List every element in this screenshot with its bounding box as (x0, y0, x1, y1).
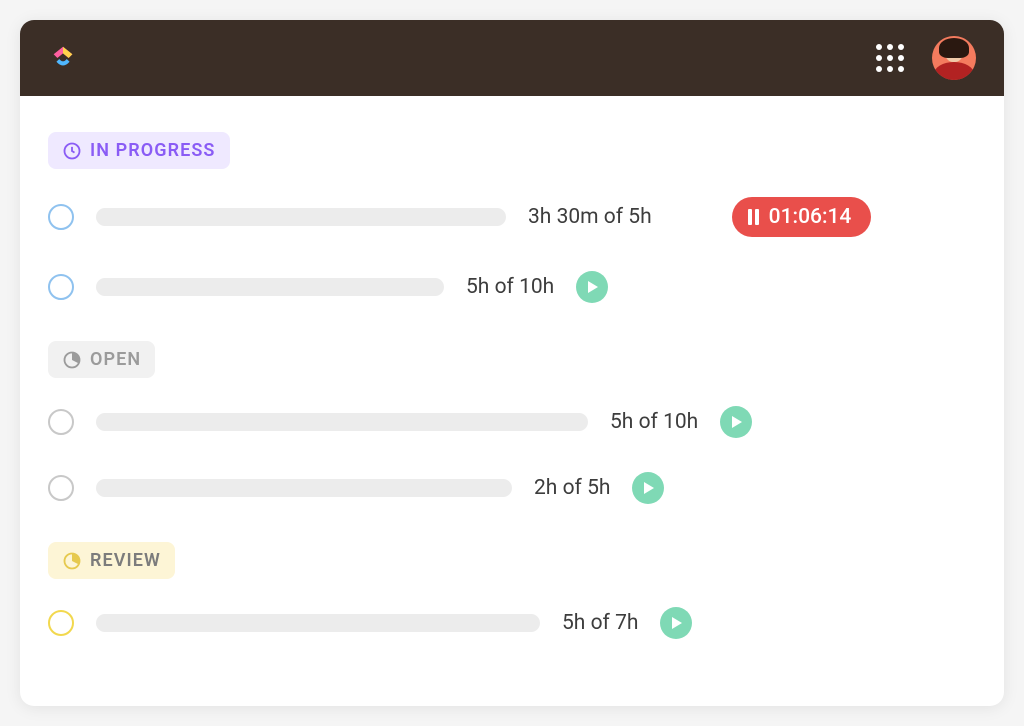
task-title-placeholder (96, 278, 444, 296)
task-title-placeholder (96, 479, 512, 497)
task-title-placeholder (96, 208, 506, 226)
task-list: IN PROGRESS 3h 30m of 5h 01:06:14 5h of … (20, 96, 1004, 639)
status-pill-open[interactable]: OPEN (48, 341, 155, 378)
status-label: REVIEW (90, 550, 161, 571)
time-estimate: 5h of 10h (466, 275, 554, 299)
task-row: 5h of 7h (48, 607, 976, 639)
time-estimate: 5h of 7h (562, 611, 638, 635)
task-title-placeholder (96, 413, 588, 431)
task-status-toggle[interactable] (48, 475, 74, 501)
clock-icon (62, 141, 82, 161)
task-row: 3h 30m of 5h 01:06:14 (48, 197, 976, 237)
status-group-review: REVIEW 5h of 7h (48, 542, 976, 639)
status-group-open: OPEN 5h of 10h 2h of 5h (48, 341, 976, 504)
status-pill-review[interactable]: REVIEW (48, 542, 175, 579)
user-avatar[interactable] (932, 36, 976, 80)
status-pill-in-progress[interactable]: IN PROGRESS (48, 132, 230, 169)
start-timer-button[interactable] (576, 271, 608, 303)
task-status-toggle[interactable] (48, 409, 74, 435)
task-status-toggle[interactable] (48, 204, 74, 230)
time-estimate: 3h 30m of 5h (528, 205, 652, 229)
status-group-in-progress: IN PROGRESS 3h 30m of 5h 01:06:14 5h of … (48, 132, 976, 303)
active-timer-pill[interactable]: 01:06:14 (732, 197, 872, 237)
start-timer-button[interactable] (660, 607, 692, 639)
progress-circle-icon (62, 350, 82, 370)
time-estimate: 5h of 10h (610, 410, 698, 434)
task-status-toggle[interactable] (48, 610, 74, 636)
status-label: OPEN (90, 349, 141, 370)
task-row: 5h of 10h (48, 271, 976, 303)
topbar (20, 20, 1004, 96)
start-timer-button[interactable] (632, 472, 664, 504)
timer-elapsed: 01:06:14 (769, 205, 852, 229)
progress-circle-icon (62, 551, 82, 571)
task-row: 2h of 5h (48, 472, 976, 504)
task-status-toggle[interactable] (48, 274, 74, 300)
status-label: IN PROGRESS (90, 140, 216, 161)
task-row: 5h of 10h (48, 406, 976, 438)
apps-menu-icon[interactable] (876, 44, 904, 72)
time-estimate: 2h of 5h (534, 476, 610, 500)
pause-icon (748, 209, 759, 225)
app-logo-icon[interactable] (48, 43, 78, 73)
task-title-placeholder (96, 614, 540, 632)
app-window: IN PROGRESS 3h 30m of 5h 01:06:14 5h of … (20, 20, 1004, 706)
start-timer-button[interactable] (720, 406, 752, 438)
